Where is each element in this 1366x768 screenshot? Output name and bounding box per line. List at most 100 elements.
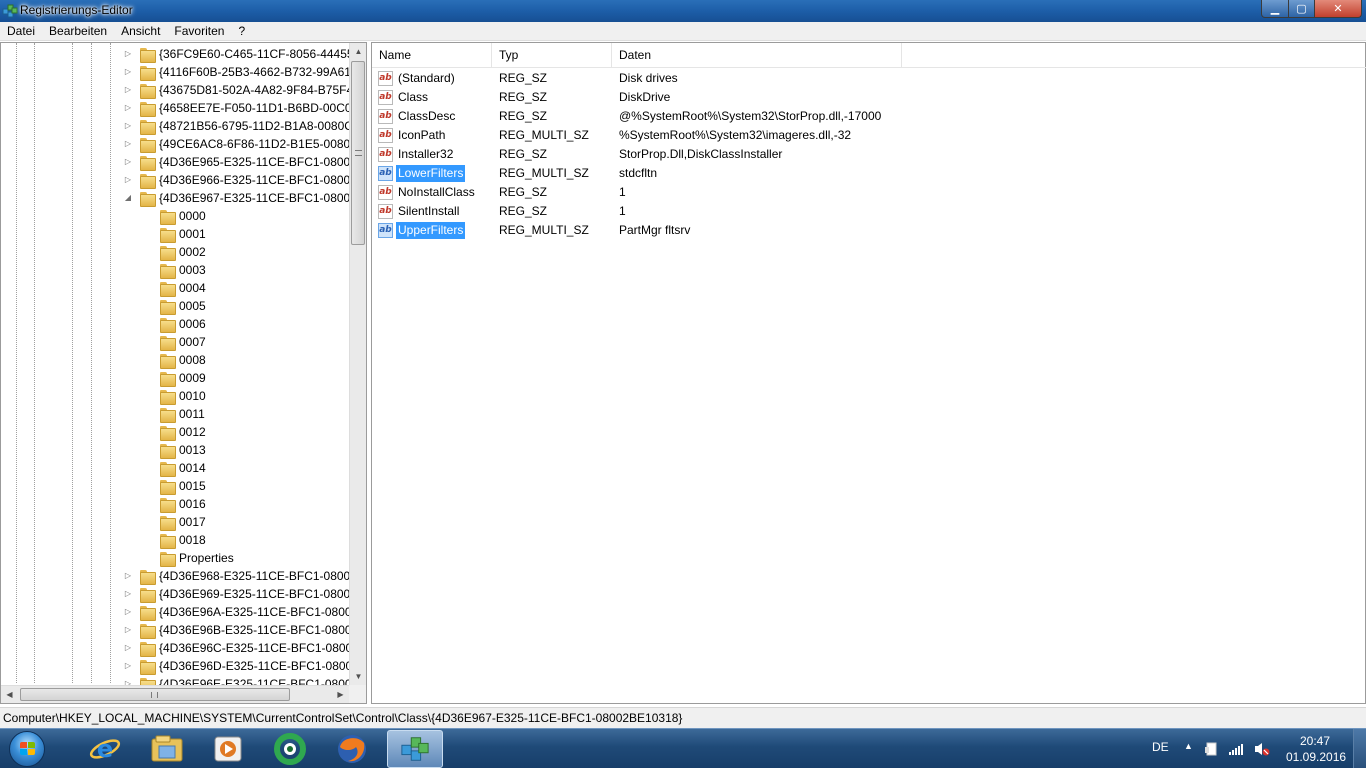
values-list-pane[interactable]: Name Typ Daten ab (Standard) REG_SZ Disk dr… — [371, 42, 1366, 704]
list-row[interactable]: ab (Standard) REG_SZ Disk drives — [372, 69, 1366, 88]
show-hidden-icons-icon[interactable]: ▲ — [1184, 741, 1193, 751]
tree-item[interactable]: ▷ {43675D81-502A-4A82-9F84-B75F418C5DEA} — [123, 81, 366, 99]
menu-bearbeiten[interactable]: Bearbeiten — [42, 22, 114, 41]
list-row[interactable]: ab Class REG_SZ DiskDrive — [372, 88, 1366, 107]
scroll-up-icon[interactable]: ▲ — [350, 43, 366, 60]
taskbar-media-player[interactable] — [200, 730, 256, 768]
tree-item[interactable]: 0000 — [143, 207, 206, 225]
menu-datei[interactable]: Datei — [0, 22, 42, 41]
tree-item[interactable]: ▷ {4D36E969-E325-11CE-BFC1-08002BE10318} — [123, 585, 366, 603]
tree-item[interactable]: ▷ {49CE6AC8-6F86-11D2-B1E5-0080C72E74A2} — [123, 135, 366, 153]
tree-item[interactable]: 0006 — [143, 315, 206, 333]
value-name-cell[interactable]: ab UpperFilters — [372, 221, 466, 240]
tree-item[interactable]: 0005 — [143, 297, 206, 315]
tree-item[interactable]: ▷ {4D36E96D-E325-11CE-BFC1-08002BE10318} — [123, 657, 366, 675]
expand-arrow-icon[interactable]: ▷ — [123, 157, 133, 167]
value-name-cell[interactable]: ab NoInstallClass — [372, 183, 477, 202]
taskbar-file-explorer[interactable] — [139, 730, 195, 768]
list-row[interactable]: ab ClassDesc REG_SZ @%SystemRoot%\System32\… — [372, 107, 1366, 126]
close-button[interactable]: ✕ — [1314, 0, 1362, 18]
menu-help[interactable]: ? — [231, 22, 252, 41]
volume-muted-icon[interactable] — [1254, 741, 1270, 757]
taskbar-firefox[interactable] — [324, 730, 380, 768]
expand-arrow-icon[interactable]: ▷ — [123, 661, 133, 671]
tree-horizontal-scrollbar[interactable]: ◀ ▶ — [1, 685, 349, 703]
expand-arrow-icon[interactable]: ▷ — [123, 625, 133, 635]
expand-arrow-icon[interactable]: ▷ — [123, 589, 133, 599]
taskbar-internet-explorer[interactable]: e — [77, 730, 133, 768]
minimize-button[interactable]: ▁ — [1261, 0, 1289, 18]
clock-time[interactable]: 20:47 — [1300, 734, 1330, 748]
tree-item[interactable]: 0008 — [143, 351, 206, 369]
maximize-button[interactable]: ▢ — [1288, 0, 1315, 18]
list-row[interactable]: ab UpperFilters REG_MULTI_SZ PartMgr fltsrv — [372, 221, 1366, 240]
network-icon[interactable] — [1228, 742, 1244, 756]
value-name-cell[interactable]: ab Installer32 — [372, 145, 455, 164]
tree-item[interactable]: ▷ {4D36E965-E325-11CE-BFC1-08002BE10318} — [123, 153, 366, 171]
menu-ansicht[interactable]: Ansicht — [114, 22, 167, 41]
clock-date[interactable]: 01.09.2016 — [1286, 750, 1346, 764]
expand-arrow-icon[interactable]: ▷ — [123, 139, 133, 149]
expand-arrow-icon[interactable]: ▷ — [123, 103, 133, 113]
value-name-cell[interactable]: ab (Standard) — [372, 69, 457, 88]
tree-item[interactable]: 0011 — [143, 405, 205, 423]
tree-item[interactable]: ▷ {4658EE7E-F050-11D1-B6BD-00C04FA372A7} — [123, 99, 366, 117]
tree-item[interactable]: 0007 — [143, 333, 206, 351]
expand-arrow-icon[interactable]: ▷ — [123, 85, 133, 95]
tree-item[interactable]: 0009 — [143, 369, 206, 387]
value-name-cell[interactable]: ab IconPath — [372, 126, 447, 145]
tree-item[interactable]: 0002 — [143, 243, 206, 261]
column-header-data[interactable]: Daten — [612, 43, 902, 68]
tree-item[interactable]: ▷ {4D36E968-E325-11CE-BFC1-08002BE10318} — [123, 567, 366, 585]
tree-item[interactable]: 0012 — [143, 423, 206, 441]
list-row[interactable]: ab Installer32 REG_SZ StorProp.Dll,DiskClas… — [372, 145, 1366, 164]
menu-favoriten[interactable]: Favoriten — [167, 22, 231, 41]
tree-item[interactable]: 0015 — [143, 477, 206, 495]
scroll-right-icon[interactable]: ▶ — [332, 686, 349, 703]
tree-item[interactable]: ▷ {4D36E966-E325-11CE-BFC1-08002BE10318} — [123, 171, 366, 189]
expand-arrow-icon[interactable]: ▷ — [123, 67, 133, 77]
value-name-cell[interactable]: ab ClassDesc — [372, 107, 457, 126]
expand-arrow-icon[interactable]: ▷ — [123, 643, 133, 653]
language-indicator[interactable]: DE — [1152, 740, 1169, 754]
tree-item[interactable]: ▷ {4D36E96C-E325-11CE-BFC1-08002BE10318} — [123, 639, 366, 657]
tree-item[interactable]: 0018 — [143, 531, 206, 549]
action-center-icon[interactable] — [1204, 742, 1218, 756]
tree-item[interactable]: ◢ {4D36E967-E325-11CE-BFC1-08002BE10318} — [123, 189, 366, 207]
tree-vertical-scrollbar[interactable]: ▲ ▼ — [349, 43, 366, 685]
scroll-left-icon[interactable]: ◀ — [1, 686, 18, 703]
expand-arrow-icon[interactable]: ▷ — [123, 571, 133, 581]
taskbar-green-ring-app[interactable] — [262, 730, 318, 768]
list-row[interactable]: ab IconPath REG_MULTI_SZ %SystemRoot%\Syste… — [372, 126, 1366, 145]
value-name-cell[interactable]: ab LowerFilters — [372, 164, 466, 183]
tree-item[interactable]: 0017 — [143, 513, 206, 531]
tree-horizontal-scroll-thumb[interactable] — [20, 688, 290, 701]
column-header-type[interactable]: Typ — [492, 43, 612, 68]
tree-item[interactable]: 0003 — [143, 261, 206, 279]
list-row[interactable]: ab SilentInstall REG_SZ 1 — [372, 202, 1366, 221]
tree-item[interactable]: ▷ {48721B56-6795-11D2-B1A8-0080C72E74A2} — [123, 117, 366, 135]
expand-arrow-icon[interactable]: ▷ — [123, 607, 133, 617]
tree-item[interactable]: 0013 — [143, 441, 206, 459]
title-bar[interactable]: Registrierungs-Editor ▁ ▢ ✕ — [0, 0, 1366, 22]
key-tree-pane[interactable]: ▷{36FC9E60-C465-11CF-8056-444553540000}▷… — [0, 42, 367, 704]
start-button[interactable] — [2, 730, 54, 768]
column-header-name[interactable]: Name — [372, 43, 492, 68]
expand-arrow-icon[interactable]: ▷ — [123, 49, 133, 59]
show-desktop-button[interactable] — [1353, 729, 1366, 768]
tree-item[interactable]: ▷ {4116F60B-25B3-4662-B732-99A6111EDC0B} — [123, 63, 366, 81]
tree-item[interactable]: ▷ {36FC9E60-C465-11CF-8056-444553540000} — [123, 45, 366, 63]
taskbar-registry-editor[interactable] — [387, 730, 443, 768]
tree-item[interactable]: Properties — [143, 549, 234, 567]
tree-item[interactable]: 0014 — [143, 459, 206, 477]
tree-item[interactable]: 0010 — [143, 387, 206, 405]
tree-vertical-scroll-thumb[interactable] — [351, 61, 365, 245]
tree-item[interactable]: ▷ {4D36E96B-E325-11CE-BFC1-08002BE10318} — [123, 621, 366, 639]
tree-item[interactable]: 0001 — [143, 225, 206, 243]
tree-item[interactable]: 0016 — [143, 495, 206, 513]
value-name-cell[interactable]: ab Class — [372, 88, 430, 107]
collapse-arrow-icon[interactable]: ◢ — [123, 193, 133, 203]
value-name-cell[interactable]: ab SilentInstall — [372, 202, 461, 221]
expand-arrow-icon[interactable]: ▷ — [123, 175, 133, 185]
scroll-down-icon[interactable]: ▼ — [350, 668, 366, 685]
